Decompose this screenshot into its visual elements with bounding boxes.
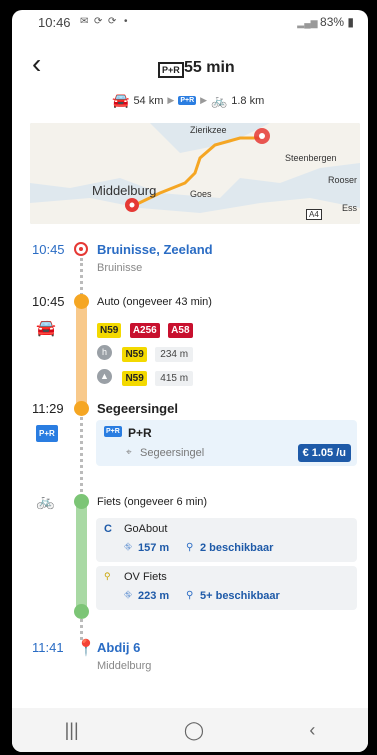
park-ride-icon: P+R [104, 426, 122, 437]
bike-icon: 🚲 [36, 493, 55, 510]
phone-screen: 10:46 ✉ ⟳ ⟳ • ▂▄▆ 83% ▮ ‹ P+R 55 min 🚘 5… [12, 10, 368, 752]
leg-node-icon [74, 604, 89, 619]
end-place: Abdij 6 [97, 640, 141, 655]
bike-option-name: GoAbout [124, 523, 168, 535]
bike-option-availability: 5+ beschikbaar [200, 590, 280, 602]
walk-icon: ⛗ [124, 590, 132, 601]
back-button[interactable]: ‹ [32, 50, 41, 78]
car-leg-label: Auto (ongeveer 43 min) [97, 296, 212, 308]
road-badge: N59 [97, 323, 122, 338]
bike-icon: 🚲 [211, 92, 228, 108]
location-pin-icon: ⌖ [126, 447, 132, 458]
android-nav-bar: ||| ◯ ‹ [12, 708, 368, 752]
step-distance: 234 m [155, 347, 194, 362]
leg-node-icon [74, 494, 89, 509]
back-nav-icon[interactable]: ‹ [309, 720, 315, 741]
step-distance: 415 m [155, 371, 194, 386]
warning-icon: ▲ [97, 369, 112, 385]
walk-icon: ⛗ [124, 542, 132, 553]
sync-icon: ⟳ [108, 16, 117, 27]
status-time: 10:46 [38, 15, 71, 30]
trip-end[interactable]: 11:41 📍 Abdij 6 Middelburg [12, 638, 368, 674]
destination-pin-icon: 📍 [76, 640, 96, 657]
transfer-time: 11:29 [32, 401, 64, 416]
bike-option-distance: 157 m [138, 542, 170, 554]
ov-fiets-icon: ⚲ [104, 571, 111, 581]
dot-icon: • [124, 16, 128, 27]
mail-icon: ✉ [80, 16, 89, 27]
road-badge: A58 [168, 323, 193, 338]
status-bar: 10:46 ✉ ⟳ ⟳ • ▂▄▆ 83% ▮ [12, 10, 368, 34]
sync-icon: ⟳ [94, 16, 103, 27]
park-ride-badge: P+R [158, 62, 184, 78]
map-label: Middelburg [92, 183, 157, 198]
start-place: Bruinisse, Zeeland [97, 242, 213, 257]
trip-duration: 55 min [184, 59, 235, 76]
parking-title: P+R [128, 426, 152, 440]
bikes-icon: ⚲ [186, 542, 194, 553]
end-sub: Middelburg [97, 660, 152, 672]
car-distance: 54 km [133, 94, 164, 107]
car-icon: 🚘 [36, 320, 56, 337]
parking-price[interactable]: € 1.05 /u [297, 444, 351, 462]
parking-card[interactable]: P+R P+R ⌖ Segeersingel € 1.05 /u [96, 420, 357, 466]
start-pin-icon-dot [79, 247, 83, 251]
bike-leg[interactable]: 🚲 Fiets (ongeveer 6 min) [12, 492, 368, 512]
leg-node-icon [74, 294, 89, 309]
timeline-bike-line [76, 502, 87, 610]
map-label: Steenbergen [285, 153, 337, 163]
chevron-right-icon: ▶ [200, 95, 208, 105]
bike-distance: 1.8 km [231, 94, 265, 107]
map-label: Goes [190, 189, 212, 199]
trip-start[interactable]: 10:45 Bruinisse, Zeeland Bruinisse [12, 240, 368, 276]
map-label: Rooser [328, 175, 358, 185]
road-list: N59 A256 A58 [97, 320, 197, 338]
leg-node-icon [74, 401, 89, 416]
route-map[interactable]: Zierikzee Steenbergen Middelburg Goes Ro… [30, 123, 360, 224]
bike-option[interactable]: ⚲ OV Fiets ⛗ 223 m ⚲ 5+ beschikbaar [96, 566, 357, 610]
bike-option[interactable]: C GoAbout ⛗ 157 m ⚲ 2 beschikbaar [96, 518, 357, 562]
bike-option-availability: 2 beschikbaar [200, 542, 274, 554]
exit-icon: h [97, 345, 112, 361]
battery-level: ▂▄▆ 83% ▮ [297, 15, 354, 29]
car-leg[interactable]: 10:45 Auto (ongeveer 43 min) 🚘 N59 A256 … [12, 292, 368, 402]
park-ride-mini-icon: P+R [178, 96, 197, 105]
goabout-icon: C [104, 523, 112, 535]
bike-option-distance: 223 m [138, 590, 170, 602]
parking-location: Segeersingel [140, 447, 205, 459]
trip-header: ‹ P+R 55 min 🚘 54 km ▶ P+R ▶ 🚲 1.8 km [12, 40, 368, 120]
battery-percent: 83% [320, 15, 345, 29]
road-badge: N59 [122, 347, 147, 362]
bike-leg-label: Fiets (ongeveer 6 min) [97, 496, 208, 508]
car-time: 10:45 [32, 294, 65, 309]
park-ride-icon: P+R [36, 425, 58, 442]
map-road-sign: A4 [306, 209, 322, 220]
home-icon[interactable]: ◯ [184, 720, 204, 741]
recent-apps-icon[interactable]: ||| [65, 720, 79, 741]
battery-icon: ▮ [344, 15, 354, 29]
map-label: Zierikzee [190, 125, 227, 135]
chevron-right-icon: ▶ [167, 95, 175, 105]
road-badge: A256 [129, 323, 160, 338]
bike-option-name: OV Fiets [124, 571, 167, 583]
trip-summary: 🚘 54 km ▶ P+R ▶ 🚲 1.8 km [112, 92, 264, 109]
car-icon: 🚘 [112, 92, 130, 108]
map-label: Ess [342, 203, 358, 213]
start-sub: Bruinisse [97, 262, 143, 274]
transfer-place: Segeersingel [97, 401, 178, 416]
start-time: 10:45 [32, 242, 65, 257]
car-step: h N59 234 m [97, 344, 194, 362]
road-badge: N59 [122, 371, 147, 386]
signal-icon: ▂▄▆ [297, 18, 321, 28]
car-step: ▲ N59 415 m [97, 368, 194, 386]
end-time: 11:41 [32, 640, 64, 655]
bikes-icon: ⚲ [186, 590, 194, 601]
